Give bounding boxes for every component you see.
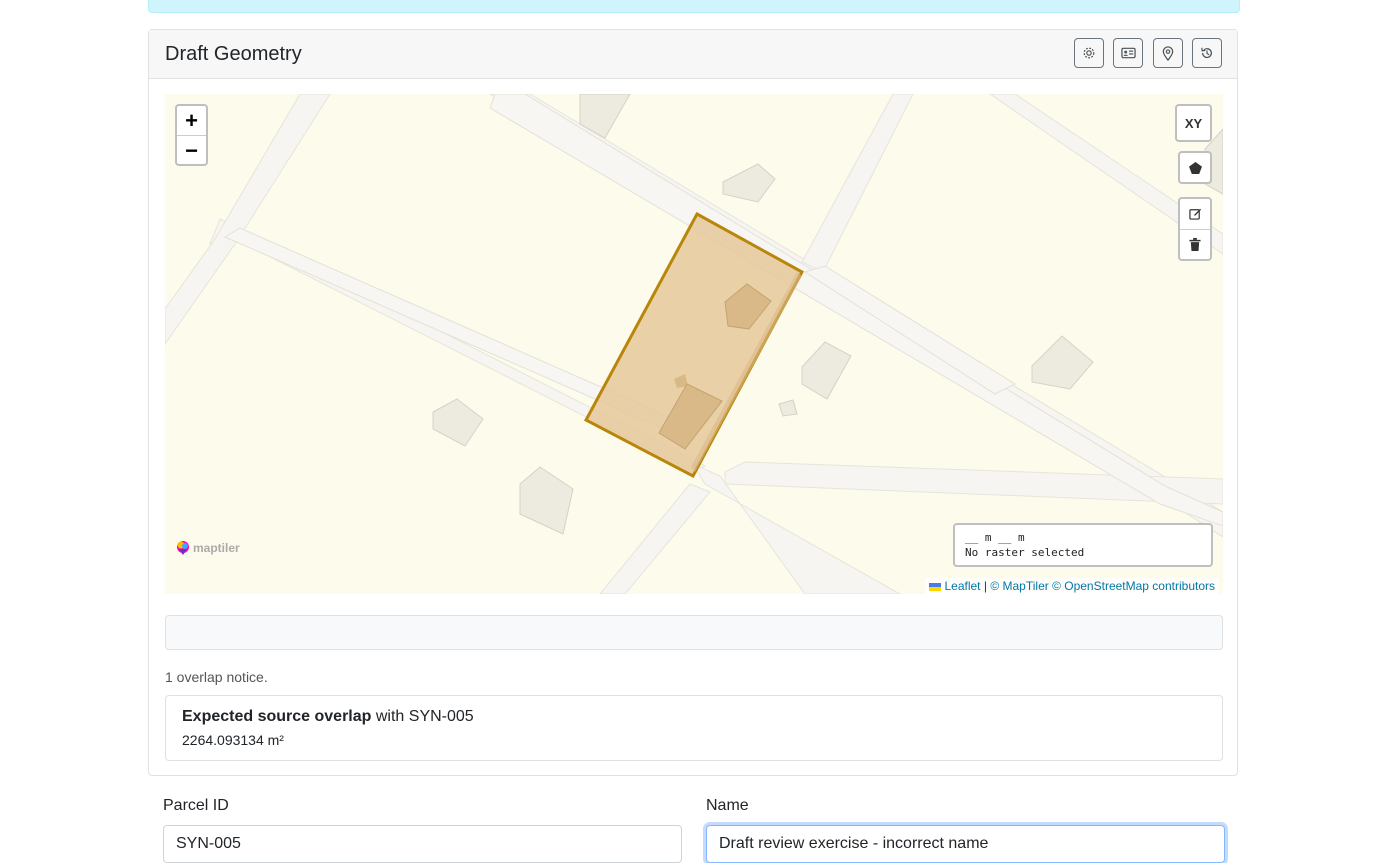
trash-icon [1189,237,1201,251]
draft-parcel-polygon [583,211,805,479]
map-view[interactable]: + − XY __ m __ m No raster selected mapt… [165,94,1223,594]
zoom-in-button[interactable]: + [177,106,206,136]
location-button[interactable] [1153,38,1183,68]
map-pin-icon [1162,45,1174,61]
scale-text: __ m __ m [965,531,1025,544]
history-icon [1201,47,1212,59]
history-button[interactable] [1192,38,1222,68]
maptiler-link[interactable]: © MapTiler [990,579,1048,593]
overlap-title: Expected source overlap [182,708,372,725]
status-bar [165,615,1223,650]
draw-polygon-button[interactable] [1178,151,1212,184]
xy-button[interactable]: XY [1175,104,1212,142]
gear-icon [1083,47,1095,59]
polygon-icon [1188,161,1202,174]
settings-button[interactable] [1074,38,1104,68]
parcel-id-input[interactable]: SYN-005 [163,825,682,863]
parcel-id-label: Parcel ID [163,797,229,814]
osm-link[interactable]: © OpenStreetMap contributors [1052,579,1215,593]
id-card-button[interactable] [1113,38,1143,68]
info-alert [148,0,1240,13]
edit-icon [1188,209,1201,220]
measurement-info-box: __ m __ m No raster selected [953,523,1213,567]
overlap-with: with SYN-005 [375,708,474,725]
raster-status: No raster selected [965,546,1085,559]
edit-toolbar [1178,197,1212,261]
name-input[interactable]: Draft review exercise - incorrect name [706,825,1225,863]
card-header: Draft Geometry [149,30,1237,79]
maptiler-icon [177,541,189,555]
overlap-count: 1 overlap notice. [165,669,268,685]
zoom-out-button[interactable]: − [177,136,206,165]
card-title: Draft Geometry [165,43,302,65]
map-attribution: Leaflet | © MapTiler © OpenStreetMap con… [925,578,1219,594]
id-card-icon [1120,47,1136,59]
name-label: Name [706,797,749,814]
basemap [165,94,1223,594]
zoom-control: + − [175,104,208,166]
ukraine-flag-icon [929,582,942,591]
draft-geometry-card: Draft Geometry + − XY __ m __ m No raste… [148,29,1238,776]
overlap-notice: Expected source overlap with SYN-005 226… [165,695,1223,761]
overlap-area: 2264.093134 m² [182,732,284,748]
leaflet-link[interactable]: Leaflet [944,579,980,593]
edit-layers-button[interactable] [1180,199,1210,230]
delete-layers-button[interactable] [1180,230,1210,260]
maptiler-logo[interactable]: maptiler [175,540,240,556]
